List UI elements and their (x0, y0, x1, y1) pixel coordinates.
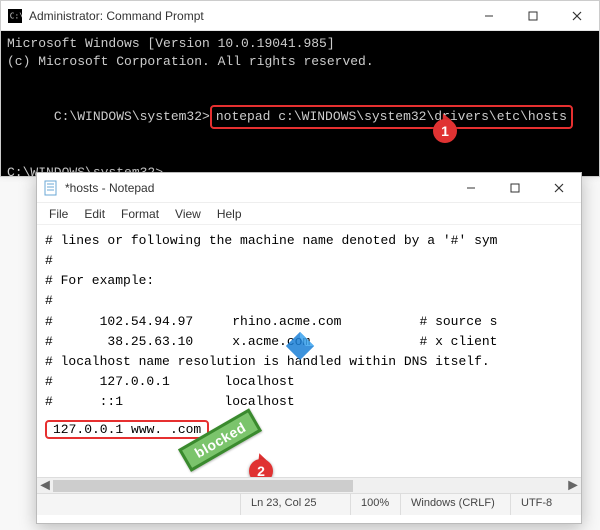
cmd-highlighted-command: notepad c:\WINDOWS\system32\drivers\etc\… (210, 105, 573, 129)
hosts-line3: # For example: (45, 271, 573, 291)
callout-1: 1 (433, 119, 457, 143)
hosts-line10: # ::1 localhost (45, 392, 573, 412)
menu-file[interactable]: File (41, 205, 76, 223)
cmd-window: C:\ Administrator: Command Prompt Micros… (0, 0, 600, 177)
notepad-window-controls (449, 173, 581, 203)
notepad-statusbar: Ln 23, Col 25 100% Windows (CRLF) UTF-8 (37, 493, 581, 515)
cmd-titlebar[interactable]: C:\ Administrator: Command Prompt (1, 1, 599, 31)
cmd-icon: C:\ (7, 8, 23, 24)
minimize-button[interactable] (449, 173, 493, 203)
cmd-blank (7, 70, 593, 88)
menu-format[interactable]: Format (113, 205, 167, 223)
maximize-button[interactable] (493, 173, 537, 203)
cmd-prompt-path: C:\WINDOWS\system32> (54, 109, 210, 124)
watermark-icon (283, 329, 317, 363)
cmd-line-prompt1: C:\WINDOWS\system32>notepad c:\WINDOWS\s… (7, 88, 593, 147)
status-spacer (37, 494, 241, 515)
status-line-ending: Windows (CRLF) (401, 494, 511, 515)
notepad-horizontal-scrollbar[interactable]: ◄ ► (37, 477, 581, 493)
callout-2: 2 (249, 459, 273, 477)
status-encoding: UTF-8 (511, 494, 581, 515)
notepad-body[interactable]: # lines or following the machine name de… (37, 225, 581, 477)
hosts-entry-highlighted: 127.0.0.1 www. .com (45, 420, 209, 439)
close-button[interactable] (555, 1, 599, 31)
hosts-line2: # (45, 251, 573, 271)
notepad-window: *hosts - Notepad File Edit Format View H… (36, 172, 582, 524)
cmd-title: Administrator: Command Prompt (29, 9, 467, 23)
notepad-menubar: File Edit Format View Help (37, 203, 581, 225)
notepad-titlebar[interactable]: *hosts - Notepad (37, 173, 581, 203)
cmd-window-controls (467, 1, 599, 31)
svg-text:C:\: C:\ (10, 11, 22, 20)
notepad-title: *hosts - Notepad (65, 181, 449, 195)
cmd-blank2 (7, 146, 593, 164)
scroll-right-icon[interactable]: ► (565, 478, 581, 494)
cmd-line-version: Microsoft Windows [Version 10.0.19041.98… (7, 35, 593, 53)
close-button[interactable] (537, 173, 581, 203)
scroll-left-icon[interactable]: ◄ (37, 478, 53, 494)
cmd-line-copyright: (c) Microsoft Corporation. All rights re… (7, 53, 593, 71)
hosts-line4: # (45, 291, 573, 311)
notepad-doc-icon (43, 180, 59, 196)
menu-edit[interactable]: Edit (76, 205, 113, 223)
status-zoom: 100% (351, 494, 401, 515)
hosts-line9: # 127.0.0.1 localhost (45, 372, 573, 392)
hosts-line1: # lines or following the machine name de… (45, 231, 573, 251)
status-cursor-position: Ln 23, Col 25 (241, 494, 351, 515)
menu-help[interactable]: Help (209, 205, 250, 223)
cmd-body[interactable]: Microsoft Windows [Version 10.0.19041.98… (1, 31, 599, 176)
maximize-button[interactable] (511, 1, 555, 31)
scrollbar-thumb[interactable] (53, 480, 353, 492)
minimize-button[interactable] (467, 1, 511, 31)
menu-view[interactable]: View (167, 205, 209, 223)
